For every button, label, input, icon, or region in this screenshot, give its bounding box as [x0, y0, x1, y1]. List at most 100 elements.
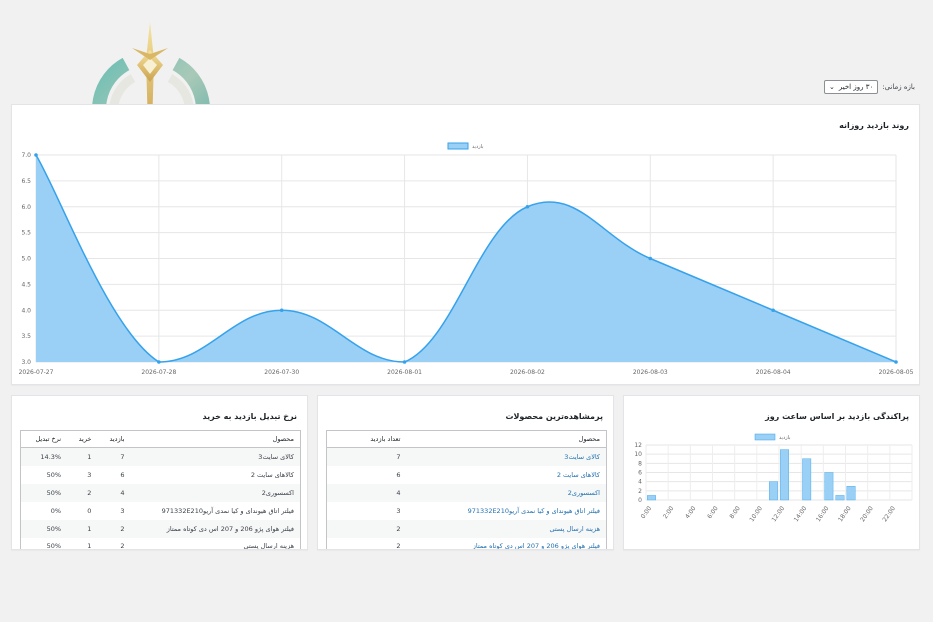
- col-visits: بازدید: [97, 430, 131, 448]
- table-row: هزینه ارسال پستی 2 1 50%: [21, 538, 301, 550]
- product-link[interactable]: اکسسوری2: [568, 489, 600, 497]
- table-cell: 4: [97, 483, 131, 502]
- table-cell: 6: [120, 470, 125, 479]
- data-point: [157, 360, 161, 364]
- conversion-card: نرخ تبدیل بازدید به خرید محصول بازدید خر…: [11, 395, 308, 550]
- table-row: کالای سایت3 7 1 14.3%: [20, 447, 301, 466]
- x-tick-label: 8:00: [728, 505, 742, 520]
- conversion-title: نرخ تبدیل بازدید به خرید: [202, 412, 298, 421]
- table-cell: 3: [396, 506, 401, 515]
- x-tick-label: 18:00: [837, 505, 853, 523]
- x-tick-label: 2:00: [662, 505, 676, 520]
- col-product: محصول: [130, 430, 301, 448]
- bar: [824, 472, 834, 501]
- x-tick-label: 14:00: [793, 505, 809, 523]
- table-cell: 50%: [46, 470, 62, 479]
- col-product: محصول: [406, 430, 607, 448]
- y-tick-label: 5.5: [21, 230, 31, 237]
- table-cell: 2: [97, 519, 131, 538]
- table-cell: هزینه ارسال پستی: [406, 519, 607, 538]
- top-products-card: پرمشاهده‌ترین محصولات محصول تعداد بازدید…: [317, 395, 614, 550]
- bar: [846, 486, 856, 501]
- product-link[interactable]: کالای سایت3: [564, 453, 600, 461]
- table-cell: 14.3%: [20, 447, 68, 466]
- table-cell: 0%: [50, 506, 62, 515]
- product-link[interactable]: کالاهای سایت 2: [557, 471, 600, 479]
- table-cell: 7: [97, 447, 131, 466]
- x-tick-label: 2026-08-05: [879, 369, 914, 376]
- legend-swatch: [447, 142, 469, 150]
- y-tick-label: 4: [638, 479, 642, 486]
- data-point: [34, 153, 38, 157]
- table-cell: فیلتر اتاق هیوندای و کیا نمدی آریو971332…: [161, 506, 294, 515]
- product-link[interactable]: فیلتر اتاق هیوندای و کیا نمدی آریو971332…: [468, 507, 600, 515]
- y-tick-label: 4.0: [21, 307, 31, 314]
- x-tick-label: 2026-08-02: [510, 369, 545, 376]
- product-link[interactable]: فیلتر هوای پژو 206 و 207 اس دی کوتاه ممت…: [473, 542, 600, 549]
- table-cell: 50%: [20, 519, 68, 538]
- y-tick-label: 4.5: [21, 281, 31, 288]
- table-cell: فیلتر اتاق هیوندای و کیا نمدی آریو971332…: [407, 502, 607, 520]
- y-tick-label: 12: [634, 442, 642, 449]
- table-row: اکسسوری2 4: [326, 483, 607, 502]
- bar: [647, 495, 656, 501]
- x-tick-label: 2026-07-30: [264, 369, 299, 376]
- table-row: فیلتر اتاق هیوندای و کیا نمدی آریو971332…: [327, 502, 607, 520]
- legend-swatch: [754, 433, 776, 441]
- y-tick-label: 3.0: [21, 359, 31, 366]
- y-tick-label: 6.5: [21, 178, 31, 185]
- table-cell: کالاهای سایت 2: [250, 470, 294, 479]
- bar: [769, 481, 778, 501]
- table-cell: 1: [87, 542, 92, 550]
- x-tick-label: 22:00: [881, 505, 897, 523]
- table-cell: 50%: [20, 483, 68, 502]
- data-point: [771, 308, 775, 313]
- y-tick-label: 10: [634, 451, 642, 458]
- x-tick-label: 0:00: [640, 505, 654, 520]
- x-tick-label: 12:00: [771, 505, 787, 523]
- bar: [802, 458, 812, 501]
- table-cell: 3: [120, 506, 125, 515]
- y-tick-label: 5.0: [21, 256, 31, 263]
- x-tick-label: 2026-07-27: [19, 369, 54, 376]
- table-row: فیلتر هوای پژو 206 و 207 اس دی کوتاه ممت…: [20, 519, 301, 538]
- bar: [835, 495, 845, 501]
- y-tick-label: 2: [638, 488, 642, 495]
- data-point: [648, 256, 653, 261]
- table-cell: 2: [396, 542, 401, 550]
- table-cell: هزینه ارسال پستی: [243, 542, 294, 550]
- data-point: [279, 308, 284, 313]
- table-row: فیلتر هوای پژو 206 و 207 اس دی کوتاه ممت…: [327, 538, 607, 550]
- hourly-visits-chart: 0 2 4 6 8 10 12 0:00 2:00 4:00 6:00 8:00 10:00 12:00 1…: [634, 433, 913, 523]
- table-row: فیلتر اتاق هیوندای و کیا نمدی آریو971332…: [21, 502, 301, 520]
- table-row: کالای سایت3 7: [326, 447, 607, 466]
- daily-visits-card: روند بازدید روزانه 3.0 3.5 4.0 4.5 5.0 5.5 6.0…: [11, 104, 920, 385]
- data-point: [525, 204, 530, 209]
- daily-visits-chart: 3.0 3.5 4.0 4.5 5.0 5.5 6.0 6.5 7.0 2026-07-27 202…: [19, 142, 914, 376]
- date-range-label: بازه زمانی:: [882, 83, 915, 91]
- product-link[interactable]: هزینه ارسال پستی: [550, 525, 600, 533]
- x-tick-label: 2026-07-28: [141, 369, 176, 376]
- top-products-table: محصول تعداد بازدید کالای سایت3 7 کالاهای س…: [326, 430, 607, 550]
- y-tick-label: 0: [638, 497, 642, 504]
- table-cell: کالای سایت3: [406, 447, 607, 466]
- table-cell: 3: [87, 470, 92, 479]
- table-cell: کالای سایت3: [130, 447, 301, 466]
- table-row: کالاهای سایت 2 6: [327, 466, 607, 484]
- x-tick-label: 4:00: [684, 505, 698, 520]
- date-range-value: ۳۰ روز اخیر: [838, 83, 874, 91]
- table-cell: فیلتر هوای پژو 206 و 207 اس دی کوتاه ممت…: [407, 538, 607, 549]
- x-tick-label: 16:00: [815, 505, 831, 523]
- x-tick-label: 2026-08-03: [633, 369, 668, 376]
- date-range-select[interactable]: ۳۰ روز اخیر ⌄: [823, 80, 879, 94]
- hourly-visits-card: پراکندگی بازدید بر اساس ساعت روز 0 2 4 6 8 10…: [623, 395, 920, 550]
- table-cell: اکسسوری2: [130, 483, 301, 502]
- y-tick-label: 6: [638, 470, 642, 477]
- table-row: اکسسوری2 4 2 50%: [20, 483, 301, 502]
- date-range-filter: بازه زمانی: ۳۰ روز اخیر ⌄: [823, 80, 915, 94]
- table-cell: 0: [87, 506, 92, 515]
- chevron-down-icon: ⌄: [828, 83, 835, 91]
- x-tick-label: 2026-08-04: [756, 369, 791, 376]
- table-cell: 6: [396, 470, 401, 479]
- table-cell: 4: [326, 483, 407, 502]
